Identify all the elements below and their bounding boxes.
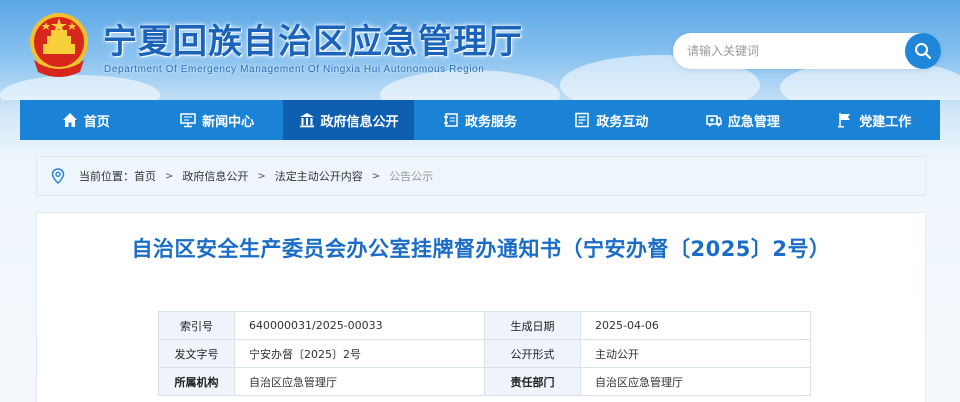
nav-item-gov-info[interactable]: 政府信息公开 (282, 100, 415, 140)
nav-item-party-building[interactable]: 党建工作 (809, 100, 940, 140)
ambulance-icon (706, 115, 722, 127)
national-emblem-icon (26, 10, 92, 80)
nav-item-label: 新闻中心 (202, 114, 255, 130)
nav-item-news[interactable]: 新闻中心 (151, 100, 282, 140)
document-list-icon (575, 112, 590, 128)
home-icon (62, 113, 77, 127)
article-card: 自治区安全生产委员会办公室挂牌督办通知书（宁安办督〔2025〕2号） 索引号 6… (36, 212, 926, 402)
nav-item-emergency[interactable]: 应急管理 (677, 100, 808, 140)
flag-icon (838, 113, 851, 128)
meta-key-department: 责任部门 (484, 367, 581, 396)
government-building-icon (299, 113, 314, 128)
nav-item-label: 应急管理 (727, 114, 780, 130)
search-input[interactable] (687, 41, 887, 61)
main-nav: 首页 新闻中心 政府信息公开 政务服务 政务互动 应急管理 党建工作 (20, 100, 940, 140)
nav-item-gov-service[interactable]: 政务服务 (414, 100, 545, 140)
table-row: 发文字号 宁安办督〔2025〕2号 公开形式 主动公开 (158, 339, 811, 368)
meta-key-index: 索引号 (158, 311, 235, 340)
meta-key-disclosure: 公开形式 (484, 339, 581, 368)
location-pin-icon (51, 168, 65, 184)
search-box (673, 33, 941, 69)
nav-item-gov-interaction[interactable]: 政务互动 (546, 100, 677, 140)
meta-value-disclosure: 主动公开 (580, 339, 811, 368)
nav-item-home[interactable]: 首页 (20, 100, 151, 140)
breadcrumb-link-statutory[interactable]: 法定主动公开内容 (275, 168, 363, 184)
article-title: 自治区安全生产委员会办公室挂牌督办通知书（宁安办督〔2025〕2号） (131, 237, 831, 261)
monitor-icon (180, 113, 196, 128)
nav-item-label: 政务互动 (596, 114, 649, 130)
site-title: 宁夏回族自治区应急管理厅 (103, 22, 523, 62)
breadcrumb-separator: > (165, 170, 174, 182)
nav-item-label: 政府信息公开 (320, 114, 399, 130)
meta-key-doc-number: 发文字号 (158, 339, 235, 368)
meta-value-doc-number: 宁安办督〔2025〕2号 (234, 339, 485, 368)
nav-item-label: 首页 (83, 114, 110, 130)
meta-value-index: 640000031/2025-00033 (234, 311, 485, 340)
table-row: 所属机构 自治区应急管理厅 责任部门 自治区应急管理厅 (158, 367, 811, 396)
title-divider (57, 283, 905, 284)
breadcrumb-separator: > (257, 170, 266, 182)
service-icon (443, 113, 458, 127)
site-subtitle: Department Of Emergency Management Of Ni… (104, 64, 485, 75)
meta-value-department: 自治区应急管理厅 (580, 367, 811, 396)
meta-value-date: 2025-04-06 (580, 311, 811, 340)
search-icon (915, 43, 932, 60)
breadcrumb-separator: > (371, 170, 381, 182)
meta-key-agency: 所属机构 (158, 367, 235, 396)
site-header: 宁夏回族自治区应急管理厅 Department Of Emergency Man… (0, 0, 960, 100)
breadcrumb-current[interactable]: 公告公示 (389, 168, 433, 184)
nav-item-label: 政务服务 (464, 114, 517, 130)
nav-item-label: 党建工作 (859, 114, 912, 130)
breadcrumb-prefix: 当前位置： (79, 170, 134, 183)
breadcrumb: 当前位置： 首页 > 政府信息公开 > 法定主动公开内容 > 公告公示 (36, 156, 926, 196)
table-row: 索引号 640000031/2025-00033 生成日期 2025-04-06 (158, 311, 811, 340)
search-button[interactable] (905, 33, 941, 69)
breadcrumb-link-gov-info[interactable]: 政府信息公开 (182, 168, 248, 184)
meta-value-agency: 自治区应急管理厅 (234, 367, 485, 396)
meta-key-date: 生成日期 (484, 311, 581, 340)
breadcrumb-link-home[interactable]: 首页 (134, 168, 156, 184)
metadata-table: 索引号 640000031/2025-00033 生成日期 2025-04-06… (158, 311, 811, 396)
